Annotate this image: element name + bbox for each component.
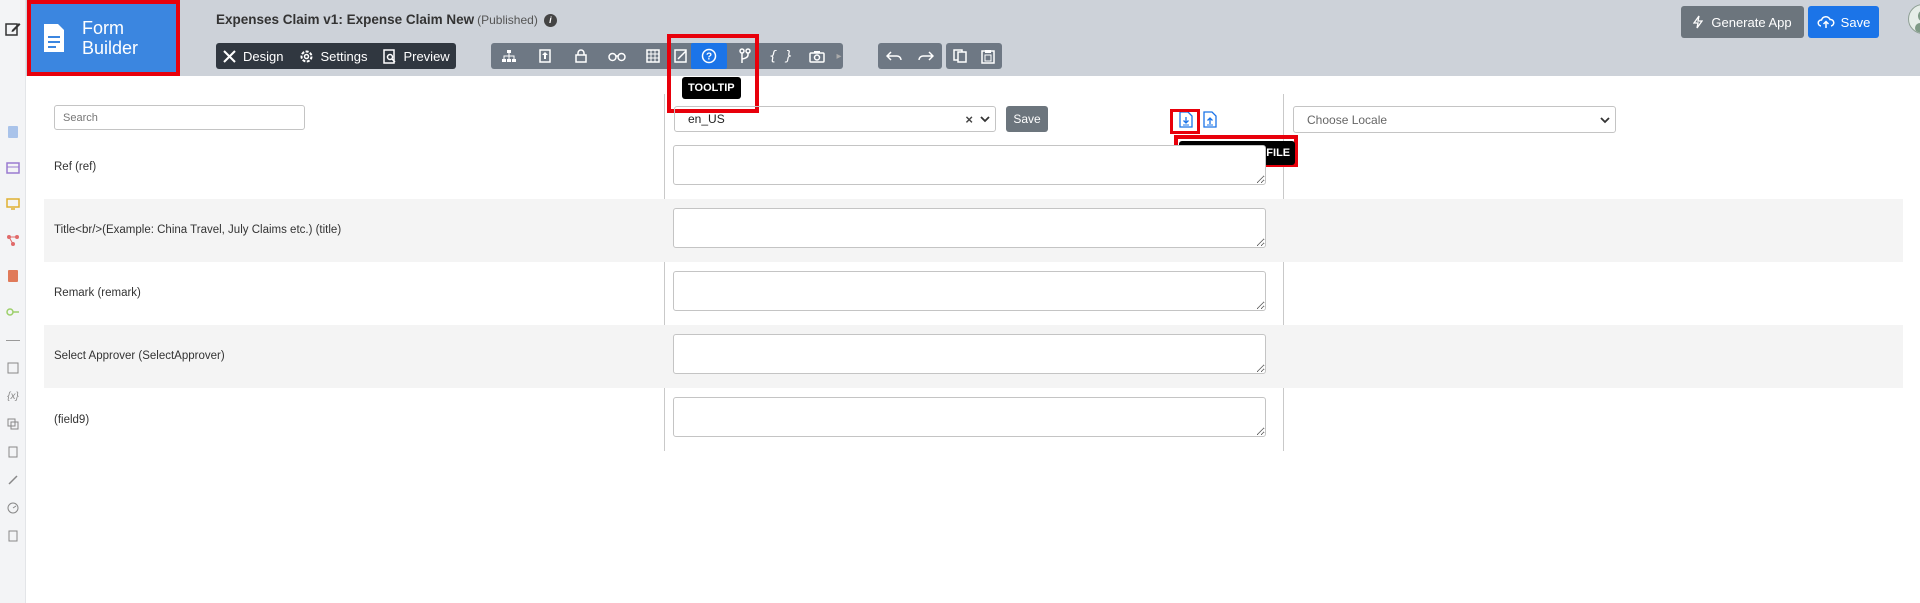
page-title: Expenses Claim v1: Expense Claim New (Pub… <box>216 12 557 27</box>
generate-app-label: Generate App <box>1711 14 1792 30</box>
form-title-text: Expenses Claim v1: Expense Claim New <box>216 12 475 27</box>
translation-textarea[interactable] <box>673 334 1266 374</box>
table-row: Remark (remark) <box>44 262 1903 325</box>
locale-save-button[interactable]: Save <box>1006 106 1048 132</box>
brand-highlight-box <box>27 0 180 76</box>
file-icon[interactable] <box>5 444 21 460</box>
app-root: {x} Form Builder Expenses Claim v1: Expe… <box>0 0 1920 603</box>
camera-icon[interactable] <box>799 43 835 69</box>
tab-design[interactable]: Design <box>222 49 283 64</box>
log-icon[interactable] <box>5 528 21 544</box>
locale-value: en_US <box>688 112 725 126</box>
tab-preview-label: Preview <box>403 48 450 64</box>
pdf-icon[interactable] <box>5 268 21 284</box>
variable-icon[interactable]: {x} <box>5 388 21 404</box>
info-icon[interactable]: i <box>543 14 557 27</box>
lock-icon[interactable] <box>563 43 599 69</box>
form-status: (Published) <box>477 13 538 27</box>
braces-icon[interactable]: { } <box>763 43 799 69</box>
avatar[interactable] <box>1908 4 1920 34</box>
properties-icon[interactable] <box>527 43 563 69</box>
translation-textarea[interactable] <box>673 397 1266 437</box>
locale-select[interactable]: en_US × <box>674 106 996 132</box>
lightning-icon <box>1693 15 1704 29</box>
field-label: Ref (ref) <box>54 161 97 173</box>
tab-preview[interactable]: Preview <box>383 48 450 64</box>
cloud-upload-icon <box>1817 15 1835 28</box>
gear-icon <box>300 50 313 62</box>
edit-form-icon[interactable] <box>0 16 26 42</box>
translate-icon[interactable] <box>5 416 21 432</box>
save-button[interactable]: Save <box>1808 6 1879 38</box>
grid-icon[interactable] <box>635 43 671 69</box>
process-icon[interactable] <box>5 232 21 248</box>
translation-textarea[interactable] <box>673 271 1266 311</box>
clear-icon[interactable]: × <box>965 112 973 127</box>
plugin-icon[interactable] <box>5 472 21 488</box>
datalist-icon[interactable] <box>5 160 21 176</box>
performance-icon[interactable] <box>5 500 21 516</box>
tab-design-label: Design <box>243 48 284 64</box>
paste-icon[interactable] <box>974 43 1002 69</box>
chevron-right-icon[interactable]: ▸ <box>835 43 843 69</box>
table-row: (field9) <box>44 388 1903 451</box>
left-icon-rail: {x} <box>0 0 26 603</box>
userview-icon[interactable] <box>5 196 21 212</box>
translation-textarea[interactable] <box>673 208 1266 248</box>
undo-redo-toolbar <box>878 43 942 69</box>
key-icon[interactable] <box>5 304 21 320</box>
save-label: Save <box>1840 14 1871 30</box>
generate-app-button[interactable]: Generate App <box>1681 6 1804 38</box>
copy-icon[interactable] <box>946 43 974 69</box>
tree-icon[interactable] <box>491 43 527 69</box>
tab-settings[interactable]: Settings <box>299 49 367 64</box>
field-label: Select Approver (SelectApprover) <box>54 350 225 362</box>
tab-settings-label: Settings <box>320 48 368 64</box>
choose-locale-select[interactable]: Choose Locale <box>1293 106 1616 133</box>
chevron-down-icon <box>980 116 990 123</box>
translation-textarea[interactable] <box>673 145 1266 185</box>
header-bar: Form Builder Expenses Claim v1: Expense … <box>26 0 1920 76</box>
field-label: Remark (remark) <box>54 287 141 299</box>
choose-locale-placeholder: Choose Locale <box>1307 112 1388 127</box>
form-page-icon[interactable] <box>5 124 21 140</box>
rail-divider <box>6 340 20 341</box>
po-icon-highlight-box <box>1170 109 1200 134</box>
clipboard-toolbar <box>946 43 1002 69</box>
table-row: Ref (ref) <box>44 136 1903 199</box>
tooltip-highlight-box <box>667 34 759 113</box>
undo-icon[interactable] <box>878 43 910 69</box>
builder-tabs: Design Settings Preview <box>216 43 456 69</box>
field-label: (field9) <box>54 414 90 426</box>
search-input[interactable] <box>54 105 305 130</box>
table-row: Title<br/>(Example: China Travel, July C… <box>44 199 1903 262</box>
table-row: Select Approver (SelectApprover) <box>44 325 1903 388</box>
binoculars-icon[interactable] <box>599 43 635 69</box>
tooltip-label: TOOLTIP <box>682 77 741 99</box>
redo-icon[interactable] <box>910 43 942 69</box>
field-label: Title<br/>(Example: China Travel, July C… <box>54 224 342 236</box>
import-po-file-icon[interactable] <box>1203 111 1217 128</box>
chevron-down-icon <box>1600 117 1610 124</box>
note-icon[interactable] <box>5 360 21 376</box>
design-tools-icon <box>223 49 236 63</box>
preview-icon <box>383 48 396 64</box>
